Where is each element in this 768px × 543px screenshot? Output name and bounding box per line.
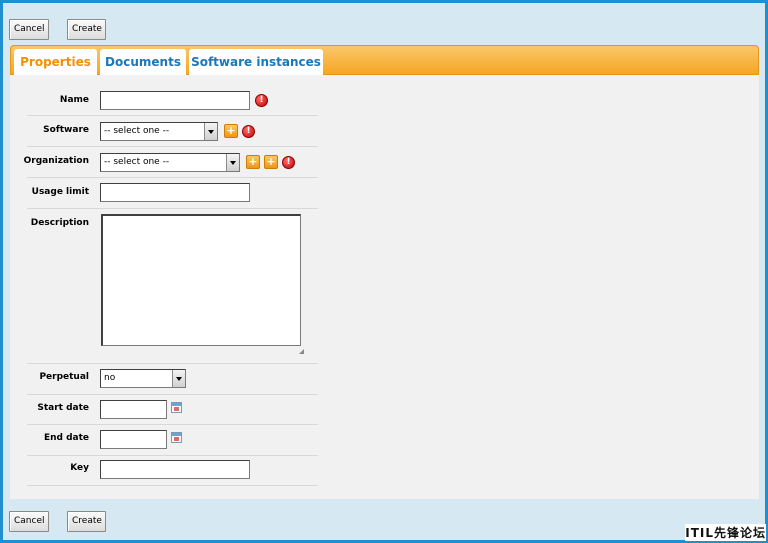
properties-panel: Name ! Software -- select one -- + ! Org… — [10, 75, 759, 499]
tab-documents[interactable]: Documents — [100, 49, 186, 76]
name-label: Name — [59, 95, 89, 105]
organization-select[interactable]: -- select one -- — [100, 153, 240, 172]
calendar-icon[interactable] — [171, 402, 182, 413]
chevron-down-icon — [172, 370, 185, 387]
description-textarea[interactable] — [101, 214, 301, 346]
form-row-usage-limit: Usage limit — [27, 178, 318, 209]
add-icon[interactable]: + — [224, 124, 238, 138]
create-button-bottom[interactable]: Create — [67, 511, 106, 532]
software-select[interactable]: -- select one -- — [100, 122, 218, 141]
key-label: Key — [70, 463, 89, 473]
form-row-name: Name ! — [27, 84, 318, 116]
usage-limit-input[interactable] — [100, 183, 250, 202]
form-row-end-date: End date — [27, 425, 318, 456]
start-date-input[interactable] — [100, 400, 167, 419]
chevron-down-icon — [204, 123, 217, 140]
calendar-icon[interactable] — [171, 432, 182, 443]
search-icon[interactable]: + — [246, 155, 260, 169]
perpetual-select[interactable]: no — [100, 369, 186, 388]
perpetual-label: Perpetual — [39, 372, 89, 382]
key-input[interactable] — [100, 460, 250, 479]
error-icon: ! — [255, 94, 268, 107]
form-row-software: Software -- select one -- + ! — [27, 116, 318, 147]
error-icon: ! — [282, 156, 295, 169]
name-input[interactable] — [100, 91, 250, 110]
cancel-button-bottom[interactable]: Cancel — [9, 511, 49, 532]
add-icon[interactable]: + — [264, 155, 278, 169]
tab-software-instances[interactable]: Software instances — [189, 49, 323, 76]
end-date-input[interactable] — [100, 430, 167, 449]
resize-grip-icon[interactable] — [299, 349, 304, 354]
chevron-down-icon — [226, 154, 239, 171]
form-row-description: Description — [27, 209, 318, 364]
tab-properties[interactable]: Properties — [14, 49, 97, 77]
start-date-label: Start date — [37, 403, 89, 413]
organization-label: Organization — [23, 156, 89, 166]
watermark: ITIL先锋论坛 — [685, 524, 766, 541]
description-label: Description — [30, 218, 89, 228]
form-row-organization: Organization -- select one -- + + ! — [23, 147, 318, 178]
software-label: Software — [43, 125, 89, 135]
error-icon: ! — [242, 125, 255, 138]
form-row-perpetual: Perpetual no — [27, 364, 318, 395]
create-button-top[interactable]: Create — [67, 19, 106, 40]
form-row-start-date: Start date — [27, 395, 318, 425]
form-row-key: Key — [27, 456, 318, 486]
usage-limit-label: Usage limit — [31, 187, 89, 197]
perpetual-selected-value: no — [104, 373, 116, 383]
cancel-button-top[interactable]: Cancel — [9, 19, 49, 40]
tab-bar: Properties Documents Software instances — [10, 45, 759, 77]
end-date-label: End date — [43, 433, 89, 443]
software-selected-value: -- select one -- — [104, 126, 170, 136]
organization-selected-value: -- select one -- — [104, 157, 170, 167]
